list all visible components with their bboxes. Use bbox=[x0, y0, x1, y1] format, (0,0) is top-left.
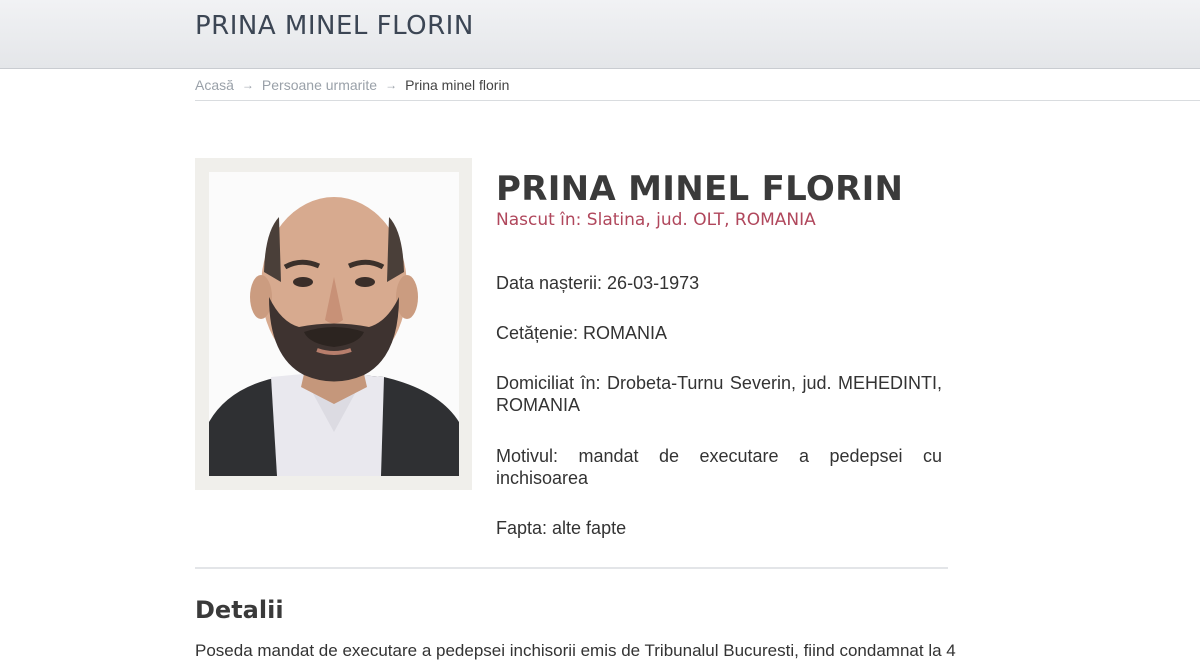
person-birthplace: Nascut în: Slatina, jud. OLT, ROMANIA bbox=[496, 210, 816, 230]
section-divider bbox=[195, 567, 948, 569]
site-header: PRINA MINEL FLORIN bbox=[0, 0, 1200, 69]
person-photo bbox=[209, 172, 459, 476]
breadcrumb-arrow-icon: → bbox=[241, 78, 254, 92]
person-reason: Motivul: mandat de executare a pedepsei … bbox=[496, 446, 942, 488]
person-name: PRINA MINEL FLORIN bbox=[496, 169, 904, 209]
breadcrumb-divider bbox=[195, 100, 1200, 101]
person-photo-frame bbox=[195, 158, 472, 490]
breadcrumb-arrow-icon: → bbox=[385, 78, 398, 92]
person-domicile: Domiciliat în: Drobeta-Turnu Severin, ju… bbox=[496, 373, 942, 415]
breadcrumb-current: Prina minel florin bbox=[405, 77, 510, 93]
person-deed: Fapta: alte fapte bbox=[496, 518, 627, 538]
breadcrumb-section-link[interactable]: Persoane urmarite bbox=[262, 77, 377, 93]
breadcrumb: Acasă → Persoane urmarite → Prina minel … bbox=[195, 75, 509, 95]
person-citizenship: Cetățenie: ROMANIA bbox=[496, 323, 668, 343]
details-text: Poseda mandat de executare a pedepsei in… bbox=[195, 641, 956, 660]
details-heading: Detalii bbox=[195, 596, 284, 624]
person-birth-date: Data nașterii: 26-03-1973 bbox=[496, 273, 700, 293]
breadcrumb-home-link[interactable]: Acasă bbox=[195, 77, 234, 93]
page-header-title: PRINA MINEL FLORIN bbox=[195, 11, 474, 41]
